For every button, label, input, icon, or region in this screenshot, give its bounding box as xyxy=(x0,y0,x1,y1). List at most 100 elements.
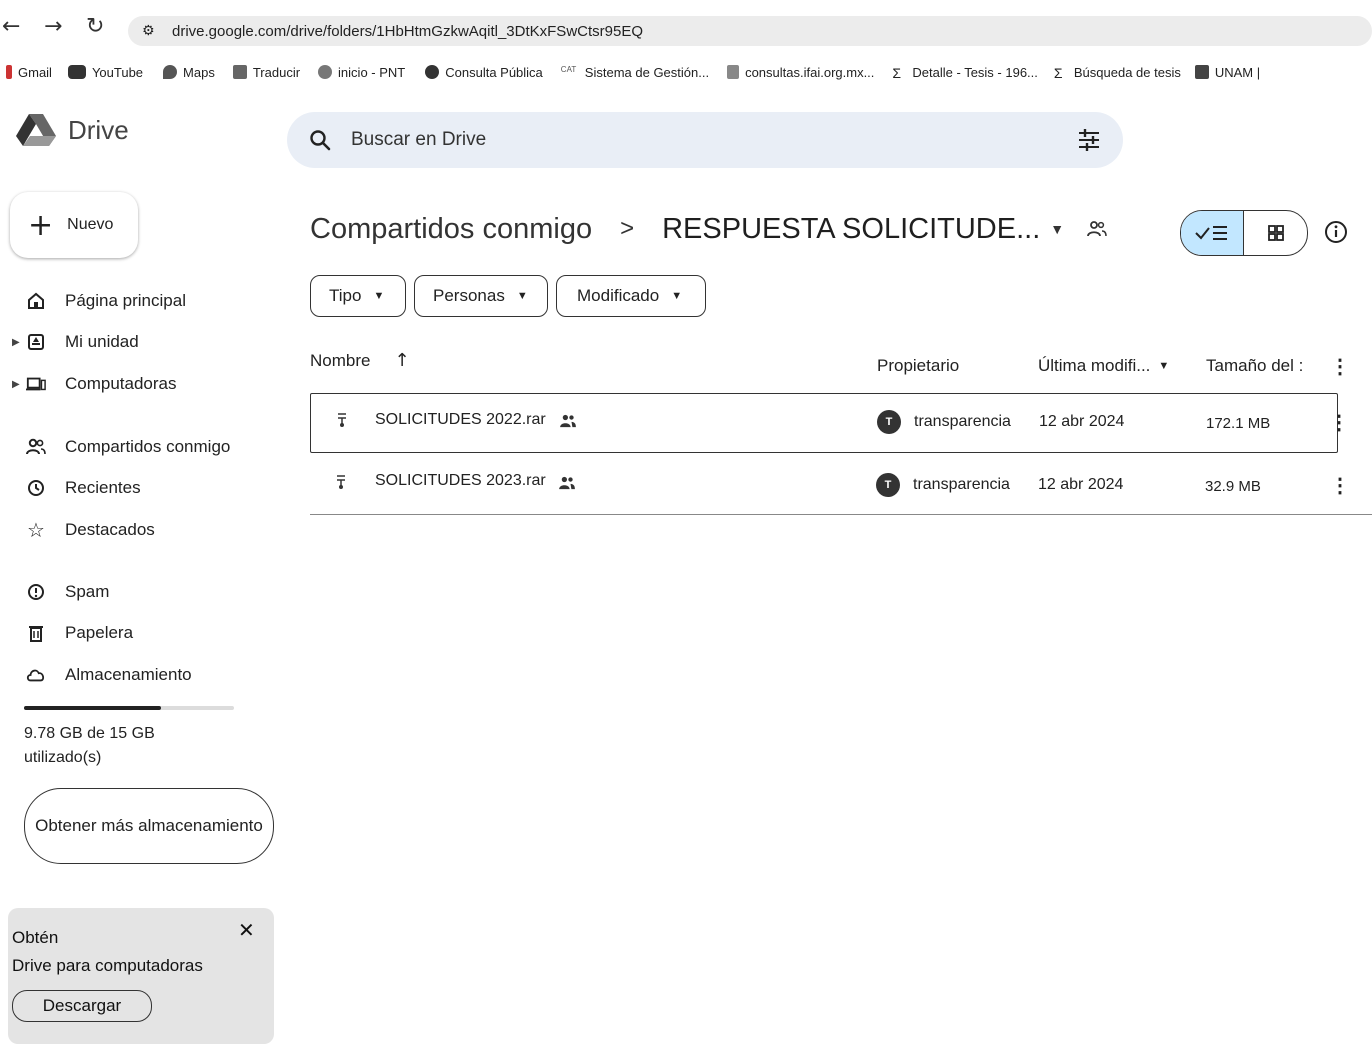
file-size: 172.1 MB xyxy=(1206,415,1271,432)
details-button[interactable] xyxy=(1316,212,1356,252)
bookmark-youtube[interactable]: YouTube xyxy=(67,65,143,80)
sidebar-item-home[interactable]: Página principal xyxy=(0,283,270,319)
url-text: drive.google.com/drive/folders/1HbHtmGzk… xyxy=(172,22,643,40)
ifai-icon xyxy=(727,65,740,79)
view-toggle xyxy=(1180,210,1308,256)
pnt-icon xyxy=(318,65,333,79)
expand-arrow-icon[interactable]: ▶ xyxy=(12,337,20,348)
file-name[interactable]: SOLICITUDES 2022.rar xyxy=(375,411,546,429)
bookmark-gmail[interactable]: Gmail xyxy=(6,65,52,80)
file-name[interactable]: SOLICITUDES 2023.rar xyxy=(375,472,546,490)
column-header-modified[interactable]: Última modifi... ▼ xyxy=(1038,356,1169,376)
sidebar-item-label: Recientes xyxy=(65,478,141,497)
drive-logo[interactable]: Drive xyxy=(16,112,129,148)
search-bar[interactable]: Buscar en Drive xyxy=(287,112,1123,168)
list-view-button[interactable] xyxy=(1181,211,1244,255)
new-button-label: Nuevo xyxy=(67,216,114,233)
desktop-app-promo: Obtén Drive para computadoras ✕ Descarga… xyxy=(8,908,274,1044)
chevron-down-icon: ▼ xyxy=(373,290,385,302)
column-header-owner[interactable]: Propietario xyxy=(877,356,959,376)
expand-arrow-icon[interactable]: ▶ xyxy=(12,379,20,390)
bookmark-busqueda-tesis[interactable]: Σ Búsqueda de tesis xyxy=(1053,65,1181,82)
more-vert-icon[interactable]: ⋮ xyxy=(1330,354,1350,379)
new-button[interactable]: + Nuevo xyxy=(10,192,138,258)
get-more-storage-button[interactable]: Obtener más almacenamiento xyxy=(24,788,274,864)
unam-icon xyxy=(1194,65,1209,79)
bookmark-detalle-tesis[interactable]: Σ Detalle - Tesis - 196... xyxy=(892,65,1037,82)
storage-progress-bar xyxy=(24,706,234,710)
breadcrumb: Compartidos conmigo > RESPUESTA SOLICITU… xyxy=(310,206,1108,252)
sidebar-item-label: Spam xyxy=(65,582,110,601)
clock-icon xyxy=(26,478,46,498)
sidebar-item-label: Almacenamiento xyxy=(65,665,192,684)
plus-icon: + xyxy=(28,207,54,243)
search-options-icon[interactable] xyxy=(1077,129,1101,151)
drive-logo-icon xyxy=(16,114,56,146)
sidebar-item-recent[interactable]: Recientes xyxy=(0,470,270,506)
modified-date: 12 abr 2024 xyxy=(1039,413,1125,430)
chevron-down-icon[interactable]: ▼ xyxy=(1050,221,1064,237)
chevron-down-icon: ▼ xyxy=(671,290,683,302)
sidebar-item-spam[interactable]: Spam xyxy=(0,574,270,610)
filter-people[interactable]: Personas ▼ xyxy=(414,275,548,317)
bookmark-pnt[interactable]: inicio - PNT xyxy=(318,65,405,80)
archive-file-icon xyxy=(337,475,345,489)
bookmarks-bar: Gmail YouTube Maps Traducir inicio - PNT… xyxy=(0,56,1372,88)
column-header-size[interactable]: Tamaño del : xyxy=(1206,356,1303,376)
bookmark-maps[interactable]: Maps xyxy=(163,65,215,80)
chevron-down-icon[interactable]: ▼ xyxy=(1158,360,1169,372)
modified-date: 12 abr 2024 xyxy=(1038,476,1124,493)
forward-icon[interactable]: → xyxy=(44,14,62,39)
bookmark-ifai[interactable]: consultas.ifai.org.mx... xyxy=(727,65,874,80)
youtube-icon xyxy=(67,65,86,79)
sidebar-item-storage[interactable]: Almacenamiento xyxy=(0,657,270,693)
bookmark-unam[interactable]: UNAM | xyxy=(1194,65,1260,80)
sidebar-item-starred[interactable]: ☆ Destacados xyxy=(0,512,270,548)
sidebar-item-shared[interactable]: Compartidos conmigo xyxy=(0,429,270,465)
more-vert-icon[interactable]: ⋮ xyxy=(1330,473,1350,498)
breadcrumb-current-folder[interactable]: RESPUESTA SOLICITUDE... xyxy=(662,213,1040,246)
close-icon[interactable]: ✕ xyxy=(238,918,255,942)
sidebar-item-label: Compartidos conmigo xyxy=(65,437,231,456)
site-settings-icon[interactable]: ⚙ xyxy=(142,23,155,39)
shared-folder-icon xyxy=(1087,221,1107,237)
maps-icon xyxy=(163,65,178,79)
sidebar-item-label: Computadoras xyxy=(65,374,177,393)
filter-type[interactable]: Tipo ▼ xyxy=(310,275,406,317)
table-row[interactable]: SOLICITUDES 2022.rar T transparencia 12 … xyxy=(310,393,1349,453)
column-header-name[interactable]: Nombre ↑ xyxy=(310,350,410,371)
spam-icon xyxy=(26,582,46,602)
bookmark-consulta[interactable]: Consulta Pública xyxy=(425,65,543,80)
sidebar-item-computers[interactable]: ▶ Computadoras xyxy=(0,366,270,402)
grid-view-button[interactable] xyxy=(1244,211,1307,255)
back-icon[interactable]: ← xyxy=(2,14,20,39)
sidebar-item-label: Papelera xyxy=(65,623,134,642)
bookmark-traducir[interactable]: Traducir xyxy=(232,65,300,80)
home-icon xyxy=(26,291,46,311)
breadcrumb-parent[interactable]: Compartidos conmigo xyxy=(310,213,592,246)
info-icon xyxy=(1325,221,1347,243)
storage-usage-text: 9.78 GB de 15 GB utilizado(s) xyxy=(24,725,155,766)
owner-name: transparencia xyxy=(914,413,1011,430)
app-name: Drive xyxy=(68,114,129,145)
search-icon[interactable] xyxy=(309,129,331,151)
filter-modified[interactable]: Modificado ▼ xyxy=(556,275,706,317)
search-input[interactable]: Buscar en Drive xyxy=(351,129,486,151)
archive-file-icon xyxy=(338,413,346,427)
chevron-down-icon: ▼ xyxy=(516,290,528,302)
reload-icon[interactable]: ↻ xyxy=(86,14,104,39)
sidebar-item-trash[interactable]: Papelera xyxy=(0,615,270,651)
sigma-icon: Σ xyxy=(1053,65,1063,81)
table-row[interactable]: SOLICITUDES 2023.rar T transparencia 12 … xyxy=(310,455,1350,513)
shared-icon xyxy=(559,476,575,490)
grid-icon xyxy=(1267,225,1284,241)
sidebar-item-my-drive[interactable]: ▶ Mi unidad xyxy=(0,324,270,360)
bookmark-sistema[interactable]: CAT Sistema de Gestión... xyxy=(561,65,709,80)
download-button[interactable]: Descargar xyxy=(12,990,152,1022)
breadcrumb-separator: > xyxy=(620,215,635,242)
storage-progress-fill xyxy=(24,706,161,710)
more-vert-icon[interactable]: ⋮ xyxy=(1329,410,1349,435)
sort-ascending-icon[interactable]: ↑ xyxy=(394,350,409,371)
address-bar[interactable]: ⚙ drive.google.com/drive/folders/1HbHtmG… xyxy=(128,16,1372,46)
people-icon xyxy=(26,437,46,457)
